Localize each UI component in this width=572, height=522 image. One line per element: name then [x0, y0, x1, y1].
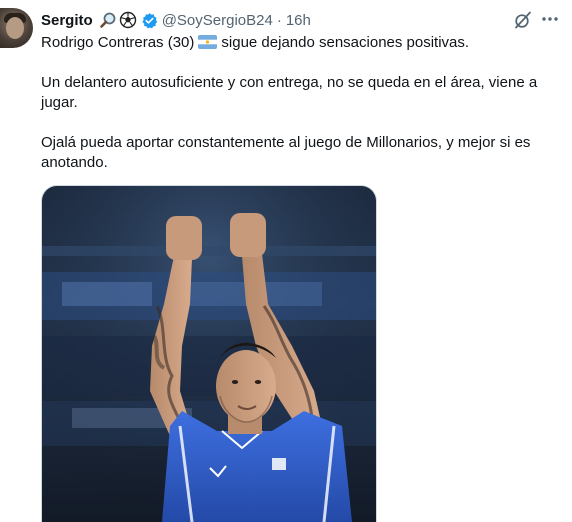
tweet-timestamp[interactable]: 16h: [286, 12, 311, 29]
avatar[interactable]: [0, 8, 33, 48]
tweet-photo[interactable]: [41, 185, 377, 522]
tweet-paragraph-1: Rodrigo Contreras (30) sigue dejando sens…: [41, 33, 561, 55]
tweet-paragraph-3: Ojalá pueda aportar constantemente al ju…: [41, 134, 531, 171]
tweet-text-before-flag: Rodrigo Contreras (30): [41, 34, 195, 51]
grok-icon[interactable]: [514, 11, 532, 29]
more-icon[interactable]: [541, 10, 559, 28]
author-name[interactable]: Sergito: [41, 12, 93, 29]
soccer-ball-icon: [119, 11, 137, 29]
magnifying-glass-icon: [99, 11, 117, 29]
header-separator: ·: [276, 11, 282, 29]
player-celebration-image: [42, 186, 376, 522]
tweet-text-after-flag: sigue dejando sensaciones positivas.: [221, 34, 470, 51]
tweet-paragraph-2: Un delantero autosuficiente y con entreg…: [41, 74, 538, 111]
verified-badge-icon: [141, 12, 158, 29]
author-handle[interactable]: @SoySergioB24: [162, 12, 273, 29]
tweet-header: Sergito @SoySergioB24 · 16h: [41, 10, 311, 30]
avatar-face: [6, 17, 24, 39]
argentina-flag-icon: [198, 35, 218, 55]
